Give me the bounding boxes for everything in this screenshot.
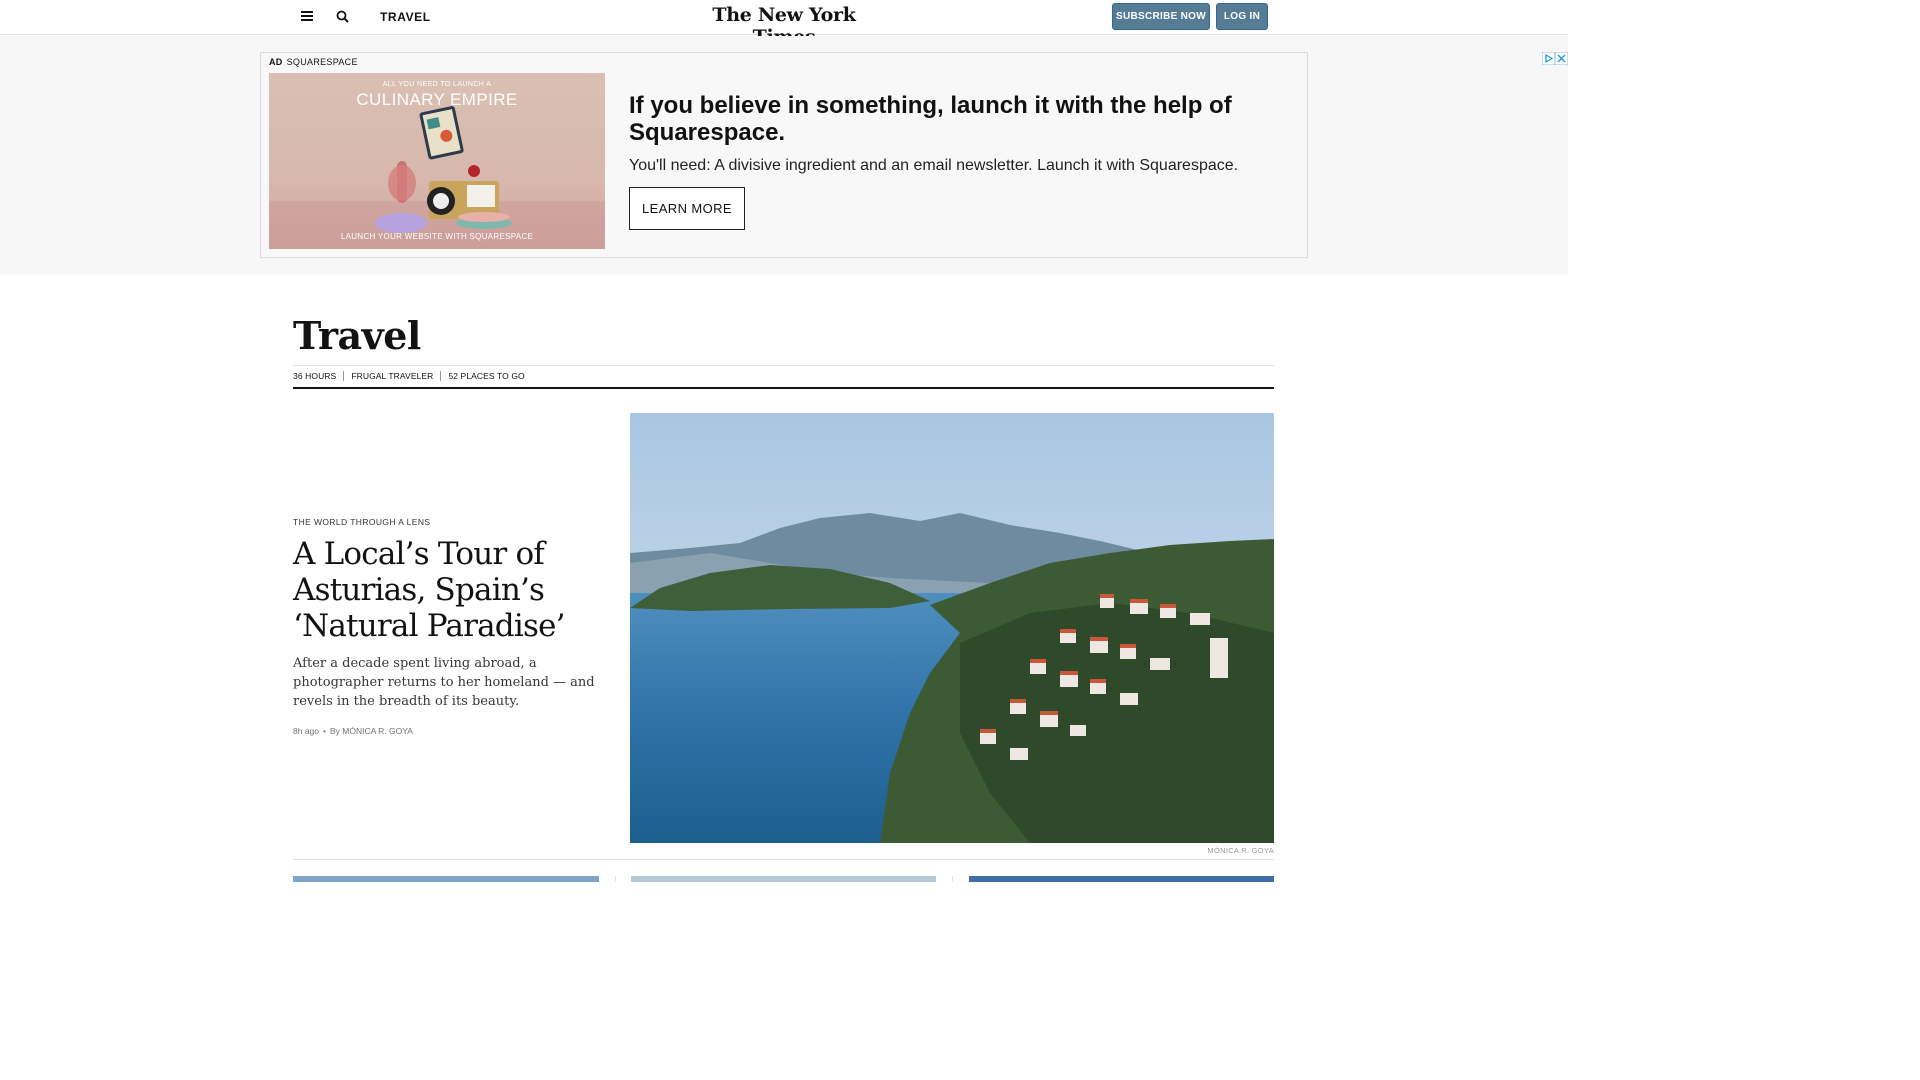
page-title: Travel (293, 313, 421, 358)
ad-sponsor: SQUARESPACE (286, 57, 358, 67)
column-divider (615, 876, 616, 882)
login-button[interactable]: LOG IN (1216, 3, 1268, 30)
subnav-52-places[interactable]: 52 PLACES TO GO (448, 371, 524, 381)
story-timestamp: 8h ago (293, 726, 319, 736)
meta-separator: • (323, 726, 326, 736)
divider (293, 859, 1274, 860)
adchoices-icon[interactable] (1541, 51, 1569, 66)
ad-image[interactable]: ALL YOU NEED TO LAUNCH A CULINARY EMPIRE… (269, 73, 605, 249)
story-hero-photo[interactable] (630, 413, 1274, 843)
story-headline[interactable]: A Local’s Tour of Asturias, Spain’s ‘Nat… (293, 536, 613, 644)
subscribe-button[interactable]: SUBSCRIBE NOW (1112, 3, 1210, 30)
divider-thick (293, 387, 1274, 389)
ad-headline[interactable]: If you believe in something, launch it w… (629, 92, 1289, 146)
top-navigation-bar: TRAVEL The New York Times SUBSCRIBE NOW … (0, 0, 1568, 48)
subnav-separator (343, 371, 345, 381)
subnav-separator (440, 371, 442, 381)
subnav-36-hours[interactable]: 36 HOURS (293, 371, 336, 381)
search-icon[interactable] (335, 9, 351, 25)
column-divider (952, 876, 953, 882)
ad-label: AD SQUARESPACE (269, 57, 358, 67)
story-summary[interactable]: After a decade spent living abroad, a ph… (293, 654, 608, 711)
learn-more-button[interactable]: LEARN MORE (629, 187, 745, 230)
divider (293, 365, 1274, 366)
photo-credit: MÓNICA R. GOYA (1207, 846, 1274, 855)
ad-tag: AD (269, 57, 283, 67)
story-kicker[interactable]: THE WORLD THROUGH A LENS (293, 517, 430, 527)
kitchen-props-illustration (269, 106, 605, 249)
hamburger-menu-icon[interactable] (301, 11, 315, 23)
story-byline: By MÓNICA R. GOYA (329, 726, 413, 736)
story-thumbnail[interactable] (293, 876, 599, 882)
ad-body-text: You'll need: A divisive ingredient and a… (629, 157, 1239, 174)
subnav-frugal-traveler[interactable]: FRUGAL TRAVELER (351, 371, 433, 381)
story-thumbnail[interactable] (969, 876, 1274, 882)
section-label[interactable]: TRAVEL (380, 10, 431, 24)
ad-image-footer: LAUNCH YOUR WEBSITE WITH SQUARESPACE (340, 232, 534, 241)
section-subnav: 36 HOURS FRUGAL TRAVELER 52 PLACES TO GO (293, 371, 525, 381)
story-meta: 8h ago • By MÓNICA R. GOYA (293, 726, 413, 736)
story-thumbnail[interactable] (631, 876, 936, 882)
